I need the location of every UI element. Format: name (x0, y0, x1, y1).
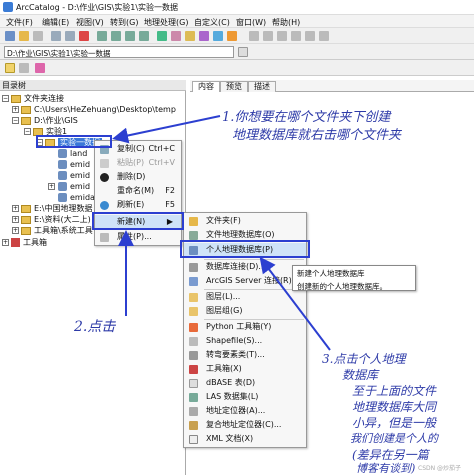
annotation-step3-line1: 3.点击个人地理 (322, 352, 406, 366)
annotation-step3-line3: 至于上面的文件 (352, 384, 437, 398)
annotation-step2: 2.点击 (74, 319, 116, 335)
annotation-step3-line6: 我们创建是个人的 (350, 432, 438, 445)
arrow-step3 (259, 256, 331, 351)
annotation-step3-line8: 博客有谈到) (356, 462, 416, 475)
annotation-step3-line2: 数据库 (342, 368, 379, 382)
annotation-step1-line1: 1.你想要在哪个文件夹下创建 (222, 110, 391, 125)
annotation-step3-line4: 地理数据库大同 (352, 400, 437, 414)
watermark: CSDN @炒茄子 (418, 465, 462, 472)
annotation-step1-line2: 地理数据库就右击哪个文件夹 (232, 128, 402, 143)
annotation-step3-line5: 小异，但是一般 (352, 416, 437, 430)
arrow-step1 (112, 115, 221, 144)
